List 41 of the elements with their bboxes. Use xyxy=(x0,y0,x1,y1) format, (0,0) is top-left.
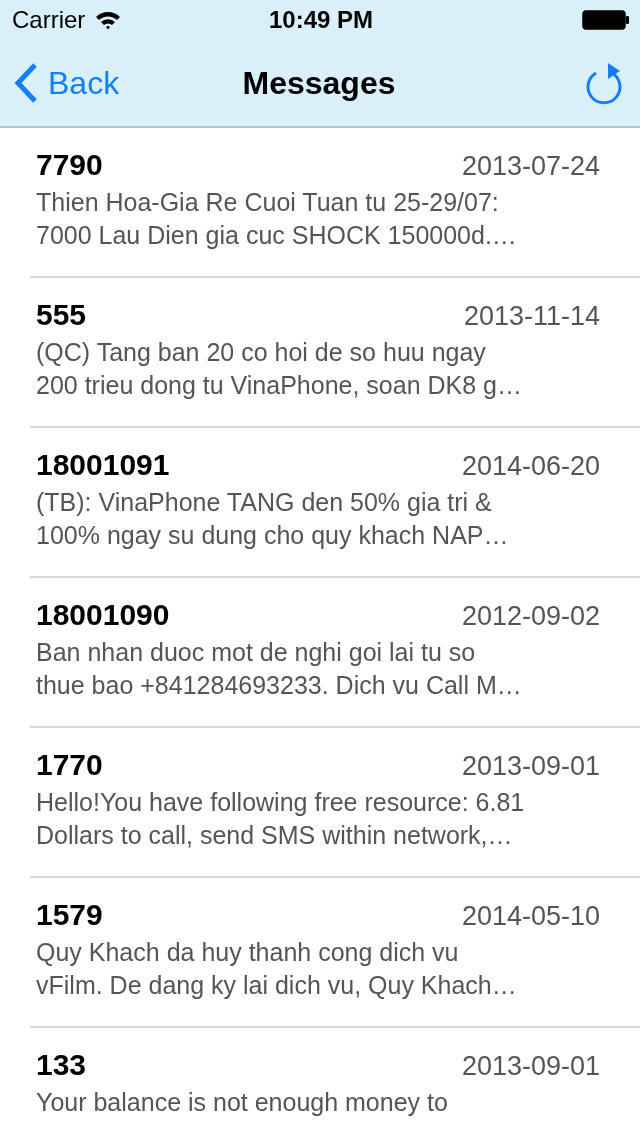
sender-number: 555 xyxy=(36,298,87,332)
sender-number: 133 xyxy=(36,1048,87,1082)
carrier-label: Carrier xyxy=(12,6,86,34)
message-preview-line: Ban nhan duoc mot de nghi goi lai tu so xyxy=(36,637,476,668)
battery-icon xyxy=(582,10,630,30)
sender-number: 1579 xyxy=(36,898,103,932)
message-preview-line: Dollars to call, send SMS within network,… xyxy=(36,820,513,851)
message-row[interactable]: 18001091 2014-06-20 (TB): VinaPhone TANG den 50% gia tri & 100% ngay su dung cho quy khach NAP… xyxy=(30,428,640,578)
refresh-icon[interactable] xyxy=(584,61,624,105)
message-date: 2013-11-14 xyxy=(463,301,600,332)
message-preview-line: 7000 Lau Dien gia cuc SHOCK 150000d.… xyxy=(36,220,517,251)
message-date: 2013-09-01 xyxy=(461,1051,600,1082)
message-date: 2013-07-24 xyxy=(461,151,600,182)
sender-number: 1770 xyxy=(36,748,103,782)
message-date: 2014-06-20 xyxy=(461,451,600,482)
sender-number: 18001091 xyxy=(36,448,170,482)
message-date: 2013-09-01 xyxy=(461,751,600,782)
message-preview-line: Your balance is not enough money to xyxy=(36,1087,448,1118)
message-preview-line: (TB): VinaPhone TANG den 50% gia tri & xyxy=(36,487,492,518)
message-row[interactable]: 1579 2014-05-10 Quy Khach da huy thanh cong dich vu vFilm. De dang ky lai dich vu, Quy Khach… xyxy=(30,878,640,1028)
screen-title: Messages xyxy=(242,64,396,102)
chevron-left-icon xyxy=(14,63,38,103)
message-preview-line: vFilm. De dang ky lai dich vu, Quy Khach… xyxy=(36,970,517,1001)
message-preview-line: Hello!You have following free resource: 6.81 xyxy=(36,787,525,818)
message-preview-line: thue bao +841284693233. Dich vu Call M… xyxy=(36,670,522,701)
message-row[interactable]: 555 2013-11-14 (QC) Tang ban 20 co hoi de so huu ngay 200 trieu dong tu VinaPhone, soan DK8 g… xyxy=(30,278,640,428)
message-preview-line: (QC) Tang ban 20 co hoi de so huu ngay xyxy=(36,337,486,368)
sender-number: 18001090 xyxy=(36,598,170,632)
message-row[interactable]: 1770 2013-09-01 Hello!You have following free resource: 6.81 Dollars to call, send SMS within network,… xyxy=(30,728,640,878)
wifi-icon xyxy=(95,10,122,30)
sender-number: 7790 xyxy=(36,148,103,182)
message-preview-line: 100% ngay su dung cho quy khach NAP… xyxy=(36,520,509,551)
message-preview-line: 200 trieu dong tu VinaPhone, soan DK8 g… xyxy=(36,370,522,401)
clock-time: 10:49 PM xyxy=(268,6,374,34)
message-row[interactable]: 133 2013-09-01 Your balance is not enough money to xyxy=(30,1028,640,1136)
message-date: 2012-09-02 xyxy=(461,601,600,632)
message-row[interactable]: 18001090 2012-09-02 Ban nhan duoc mot de nghi goi lai tu so thue bao +841284693233. Dich vu Call M… xyxy=(30,578,640,728)
message-row[interactable]: 7790 2013-07-24 Thien Hoa-Gia Re Cuoi Tuan tu 25-29/07: 7000 Lau Dien gia cuc SHOCK 150000d.… xyxy=(30,128,640,278)
message-preview-line: Quy Khach da huy thanh cong dich vu xyxy=(36,937,459,968)
message-date: 2014-05-10 xyxy=(461,901,600,932)
message-preview-line: Thien Hoa-Gia Re Cuoi Tuan tu 25-29/07: xyxy=(36,187,499,218)
